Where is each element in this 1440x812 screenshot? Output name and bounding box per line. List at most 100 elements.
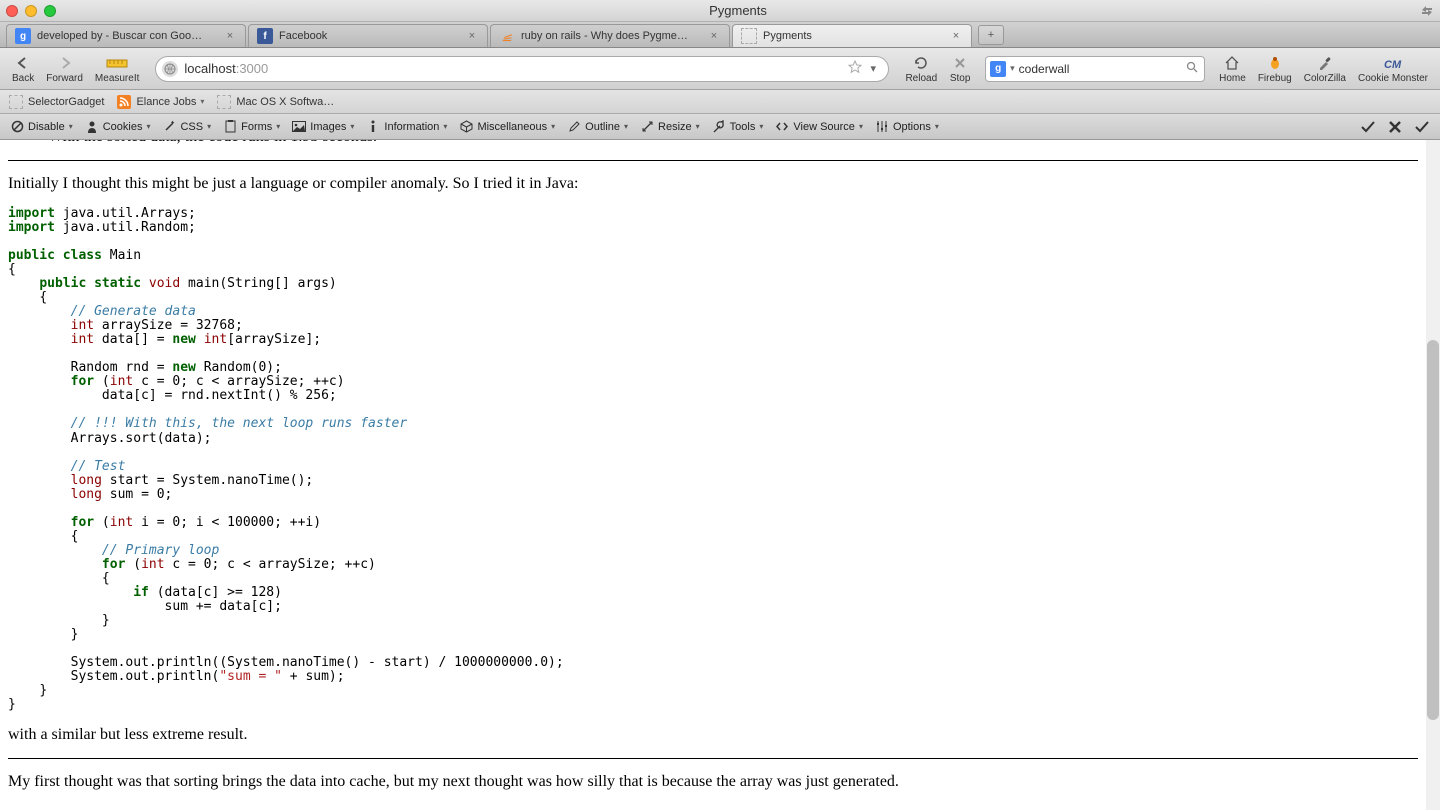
- dropdown-icon: ▾: [146, 122, 150, 131]
- ruler-icon: [106, 54, 128, 72]
- tab-pygments[interactable]: Pygments ×: [732, 24, 972, 47]
- blank-page-icon: [8, 94, 24, 110]
- new-tab-button[interactable]: +: [978, 25, 1004, 45]
- rss-icon: [116, 94, 132, 110]
- firebug-icon: [1264, 54, 1286, 72]
- google-favicon-icon: g: [15, 28, 31, 44]
- close-tab-icon[interactable]: ×: [707, 29, 721, 43]
- tab-label: developed by - Buscar con Goo…: [37, 30, 217, 42]
- pencil-icon: [567, 120, 581, 134]
- search-input[interactable]: coderwall: [1019, 62, 1182, 76]
- svg-text:CM: CM: [1384, 59, 1402, 71]
- tab-facebook[interactable]: f Facebook ×: [248, 24, 488, 47]
- wrench-icon: [712, 120, 726, 134]
- dev-close[interactable]: [1384, 120, 1406, 134]
- stop-button[interactable]: Stop: [945, 54, 975, 84]
- dropdown-icon: ▾: [935, 122, 939, 131]
- resize-icon: [640, 120, 654, 134]
- dev-outline[interactable]: Outline▾: [563, 120, 632, 134]
- bookmark-macosx-software[interactable]: Mac OS X Softwa…: [216, 94, 334, 110]
- dropdown-icon: ▾: [207, 122, 211, 131]
- search-engine-dropdown-icon[interactable]: ▾: [1010, 63, 1015, 74]
- search-bar[interactable]: g ▾ coderwall: [985, 56, 1205, 82]
- dev-cookies[interactable]: Cookies▾: [81, 120, 155, 134]
- tab-label: Pygments: [763, 30, 943, 42]
- divider: [8, 160, 1418, 161]
- site-identity-icon[interactable]: [162, 61, 178, 77]
- info-icon: [366, 120, 380, 134]
- url-dropdown-icon[interactable]: ▾: [870, 62, 882, 75]
- tab-strip: g developed by - Buscar con Goo… × f Fac…: [0, 22, 1440, 48]
- page-content[interactable]: With the sorted data, the code runs in 1…: [0, 140, 1440, 810]
- close-tab-icon[interactable]: ×: [223, 29, 237, 43]
- dev-disable[interactable]: Disable▾: [6, 120, 77, 134]
- window-title: Pygments: [56, 3, 1420, 18]
- scrollbar-thumb[interactable]: [1427, 340, 1439, 720]
- facebook-favicon-icon: f: [257, 28, 273, 44]
- person-icon: [85, 120, 99, 134]
- divider: [8, 758, 1418, 759]
- dev-tools[interactable]: Tools▾: [708, 120, 768, 134]
- tab-label: Facebook: [279, 30, 459, 42]
- back-arrow-icon: [12, 54, 34, 72]
- search-engine-icon[interactable]: g: [990, 61, 1006, 77]
- traffic-lights: [6, 5, 56, 17]
- image-icon: [292, 120, 306, 134]
- close-tab-icon[interactable]: ×: [949, 29, 963, 43]
- bookmark-selectorgadget[interactable]: SelectorGadget: [8, 94, 104, 110]
- colorzilla-button[interactable]: ColorZilla: [1300, 54, 1350, 84]
- eyedropper-icon: [1314, 54, 1336, 72]
- dev-information[interactable]: Information▾: [362, 120, 451, 134]
- reload-button[interactable]: Reload: [901, 54, 941, 84]
- tab-stackoverflow[interactable]: ruby on rails - Why does Pygme… ×: [490, 24, 730, 47]
- intro-paragraph: Initially I thought this might be just a…: [8, 175, 1418, 193]
- reload-icon: [910, 54, 932, 72]
- maximize-icon[interactable]: [1420, 4, 1434, 18]
- dropdown-icon: ▾: [759, 122, 763, 131]
- stackoverflow-favicon-icon: [499, 28, 515, 44]
- dev-check-2[interactable]: [1410, 120, 1434, 134]
- firebug-button[interactable]: Firebug: [1254, 54, 1296, 84]
- dev-check-1[interactable]: [1356, 120, 1380, 134]
- dropdown-icon: ▾: [624, 122, 628, 131]
- bookmarks-toolbar: SelectorGadget Elance Jobs ▾ Mac OS X So…: [0, 90, 1440, 114]
- sliders-icon: [875, 120, 889, 134]
- measureit-button[interactable]: MeasureIt: [91, 54, 143, 84]
- close-tab-icon[interactable]: ×: [465, 29, 479, 43]
- window-titlebar: Pygments: [0, 0, 1440, 22]
- zoom-window-button[interactable]: [44, 5, 56, 17]
- vertical-scrollbar[interactable]: [1426, 140, 1440, 810]
- url-text[interactable]: localhost:3000: [184, 61, 842, 76]
- minimize-window-button[interactable]: [25, 5, 37, 17]
- dropdown-icon: ▾: [276, 122, 280, 131]
- dev-resize[interactable]: Resize▾: [636, 120, 704, 134]
- code-block: import java.util.Arrays; import java.uti…: [8, 207, 1418, 712]
- dropdown-icon: ▾: [69, 122, 73, 131]
- back-button[interactable]: Back: [8, 54, 38, 84]
- dev-css[interactable]: CSS▾: [158, 120, 215, 134]
- dropdown-icon: ▾: [443, 122, 447, 131]
- dev-view-source[interactable]: View Source▾: [771, 120, 867, 134]
- home-button[interactable]: Home: [1215, 54, 1250, 84]
- dev-images[interactable]: Images▾: [288, 120, 358, 134]
- cookie-monster-button[interactable]: CM Cookie Monster: [1354, 54, 1432, 84]
- forward-arrow-icon: [54, 54, 76, 72]
- after-code-paragraph: with a similar but less extreme result.: [8, 726, 1418, 744]
- url-bar[interactable]: localhost:3000 ▾: [155, 56, 889, 82]
- bookmark-elance-jobs[interactable]: Elance Jobs ▾: [116, 94, 204, 110]
- blank-page-icon: [216, 94, 232, 110]
- navigation-toolbar: Back Forward MeasureIt localhost:3000 ▾ …: [0, 48, 1440, 90]
- disable-icon: [10, 120, 24, 134]
- blank-favicon-icon: [741, 28, 757, 44]
- close-window-button[interactable]: [6, 5, 18, 17]
- dev-options[interactable]: Options▾: [871, 120, 943, 134]
- clipboard-icon: [223, 120, 237, 134]
- dev-miscellaneous[interactable]: Miscellaneous▾: [455, 120, 559, 134]
- dropdown-icon: ▾: [696, 122, 700, 131]
- bookmark-star-icon[interactable]: [848, 60, 864, 77]
- forward-button[interactable]: Forward: [42, 54, 87, 84]
- tab-google-search[interactable]: g developed by - Buscar con Goo… ×: [6, 24, 246, 47]
- web-developer-toolbar: Disable▾ Cookies▾ CSS▾ Forms▾ Images▾ In…: [0, 114, 1440, 140]
- dev-forms[interactable]: Forms▾: [219, 120, 284, 134]
- search-magnifier-icon[interactable]: [1186, 61, 1200, 76]
